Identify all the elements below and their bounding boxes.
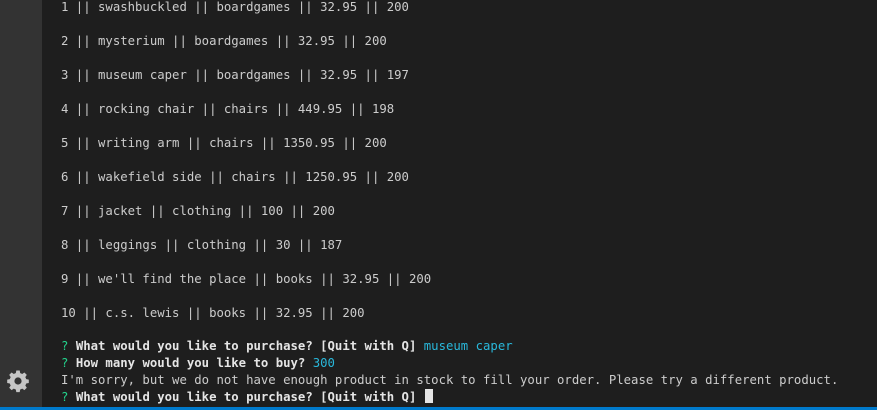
gear-icon[interactable] [6, 369, 30, 393]
prompt-question: What would you like to purchase? [Quit w… [75, 339, 417, 353]
prompt-question: What would you like to purchase? [Quit w… [75, 390, 417, 404]
product-row: 5 || writing arm || chairs || 1350.95 ||… [61, 136, 387, 150]
product-row: 1 || swashbuckled || boardgames || 32.95… [61, 0, 409, 14]
product-row: 7 || jacket || clothing || 100 || 200 [61, 204, 335, 218]
prompt-mark: ? [61, 390, 69, 404]
product-row: 2 || mysterium || boardgames || 32.95 ||… [61, 34, 387, 48]
product-row: 6 || wakefield side || chairs || 1250.95… [61, 170, 409, 184]
text-cursor[interactable] [424, 389, 433, 403]
product-row: 8 || leggings || clothing || 30 || 187 [61, 238, 343, 252]
prompt-question: How many would you like to buy? [75, 356, 306, 370]
product-row: 9 || we'll find the place || books || 32… [61, 272, 432, 286]
quantity-prompt: ? How many would you like to buy? 300 [61, 355, 335, 372]
prompt-mark: ? [61, 356, 69, 370]
prompt-answer: museum caper [423, 339, 513, 353]
product-row: 3 || museum caper || boardgames || 32.95… [61, 68, 409, 82]
prompt-mark: ? [61, 339, 69, 353]
app-window: 1 || swashbuckled || boardgames || 32.95… [0, 0, 877, 410]
prompt-answer: 300 [312, 356, 335, 370]
purchase-prompt: ? What would you like to purchase? [Quit… [61, 338, 513, 355]
terminal-panel[interactable]: 1 || swashbuckled || boardgames || 32.95… [42, 0, 877, 407]
activity-bar [0, 0, 42, 410]
product-row: 4 || rocking chair || chairs || 449.95 |… [61, 102, 395, 116]
active-purchase-prompt[interactable]: ? What would you like to purchase? [Quit… [61, 389, 433, 406]
product-row: 10 || c.s. lewis || books || 32.95 || 20… [61, 306, 365, 320]
error-message: I'm sorry, but we do not have enough pro… [61, 373, 839, 387]
